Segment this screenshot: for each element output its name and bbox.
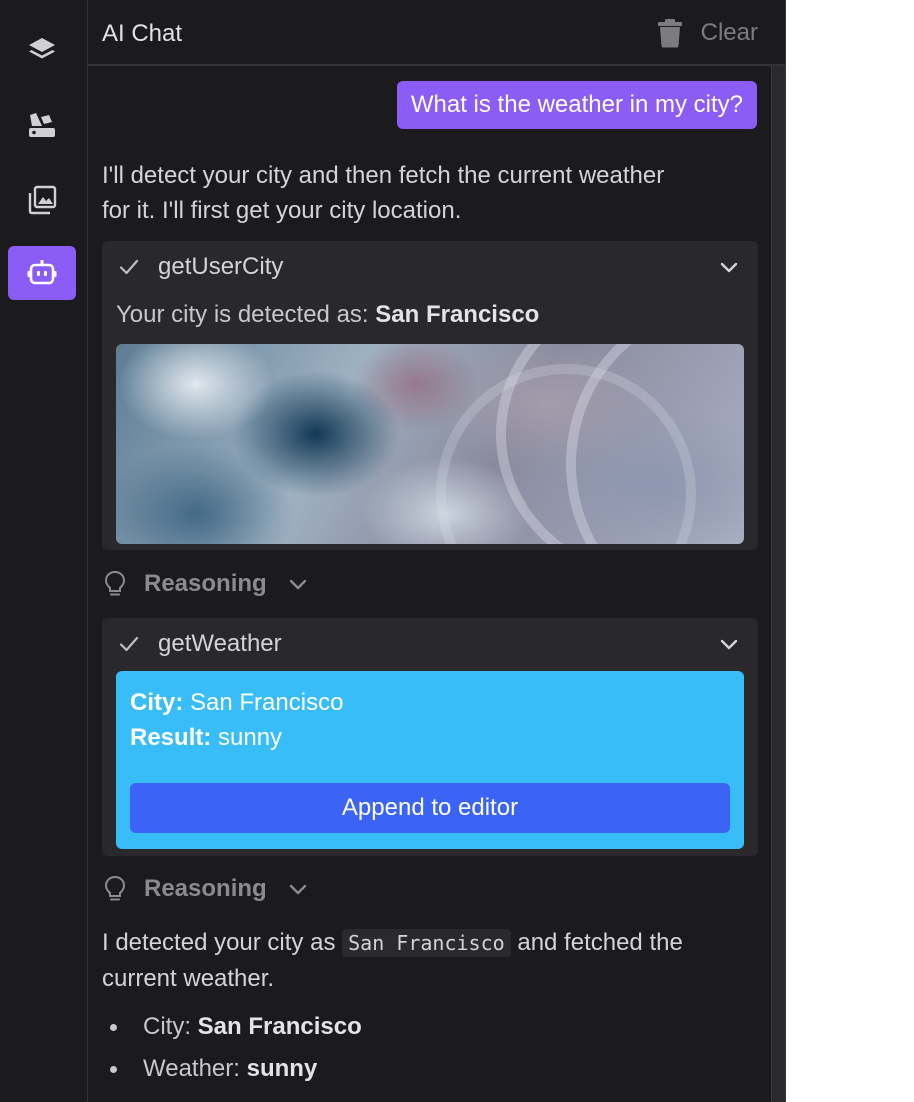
assistant-intro: I'll detect your city and then fetch the… — [102, 158, 742, 228]
check-icon — [119, 259, 139, 275]
layers-button[interactable] — [8, 23, 76, 77]
trash-icon — [657, 19, 682, 48]
clear-label: Clear — [700, 19, 758, 46]
city-image — [116, 344, 744, 544]
reasoning-toggle[interactable]: Reasoning — [102, 872, 309, 906]
tool-name: getWeather — [158, 630, 282, 657]
chevron-down-icon[interactable] — [718, 633, 740, 655]
chevron-down-icon — [289, 579, 306, 590]
weather-result-line: Result: sunny — [130, 724, 282, 752]
list-item: City: San Francisco — [102, 1006, 742, 1048]
tool-card-get-weather: getWeather City: San Francisco Result: s… — [102, 618, 758, 856]
shapes-icon — [29, 113, 55, 137]
weather-city-label: City: — [130, 689, 184, 716]
city-result-prefix: Your city is detected as: — [116, 301, 369, 328]
summary-line: current weather. — [102, 965, 275, 992]
clear-button[interactable]: Clear — [657, 16, 758, 50]
layers-icon — [29, 38, 55, 59]
weather-city-value: San Francisco — [190, 689, 344, 716]
weather-result-value: sunny — [218, 724, 283, 751]
lightbulb-icon — [104, 875, 126, 901]
panel-title: AI Chat — [102, 20, 183, 47]
city-result: Your city is detected as: San Francisco — [116, 301, 539, 329]
icon-rail — [0, 0, 88, 1102]
assistant-intro-line: I'll detect your city and then fetch the… — [102, 162, 665, 189]
gallery-icon — [28, 185, 57, 215]
ai-chat-panel: AI Chat Clear What is the weather in my … — [88, 0, 786, 1102]
reasoning-toggle[interactable]: Reasoning — [102, 567, 309, 601]
summary-line: I detected your city as San Francisco an… — [102, 925, 742, 961]
ai-chat-button[interactable] — [8, 246, 76, 300]
tool-card-get-user-city: getUserCity Your city is detected as: Sa… — [102, 241, 758, 550]
summary-bullets: City: San Francisco Weather: sunny — [102, 1006, 742, 1090]
summary-text: and fetched the — [517, 929, 683, 956]
scrollbar[interactable] — [771, 66, 785, 1102]
bullet-value: San Francisco — [197, 1013, 362, 1040]
tool-name: getUserCity — [158, 253, 284, 280]
bullet-label: City: — [143, 1013, 191, 1040]
panel-header: AI Chat Clear — [88, 0, 786, 66]
list-item: Weather: sunny — [102, 1048, 742, 1090]
tool-card-header[interactable]: getUserCity — [102, 241, 758, 293]
bullet-value: sunny — [246, 1055, 318, 1082]
shapes-button[interactable] — [8, 98, 76, 152]
bullet-label: Weather: — [143, 1055, 240, 1082]
assistant-intro-line: for it. I'll first get your city locatio… — [102, 197, 462, 224]
app-window: AI Chat Clear What is the weather in my … — [0, 0, 914, 1102]
append-to-editor-button[interactable]: Append to editor — [130, 783, 730, 833]
summary-text: I detected your city as — [102, 929, 336, 956]
robot-icon — [27, 260, 57, 285]
weather-city-line: City: San Francisco — [130, 689, 343, 717]
reasoning-label: Reasoning — [144, 570, 267, 597]
gallery-button[interactable] — [8, 173, 76, 227]
lightbulb-icon — [104, 570, 126, 596]
chevron-down-icon[interactable] — [718, 256, 740, 278]
city-result-value: San Francisco — [375, 301, 540, 328]
check-icon — [119, 636, 139, 652]
tool-card-header[interactable]: getWeather — [102, 618, 758, 670]
weather-result-box: City: San Francisco Result: sunny Append… — [116, 671, 744, 849]
assistant-summary: I detected your city as San Francisco an… — [102, 925, 742, 996]
inline-code: San Francisco — [342, 929, 511, 957]
weather-result-label: Result: — [130, 724, 212, 751]
reasoning-label: Reasoning — [144, 875, 267, 902]
chevron-down-icon — [289, 884, 306, 895]
user-message: What is the weather in my city? — [396, 81, 757, 129]
